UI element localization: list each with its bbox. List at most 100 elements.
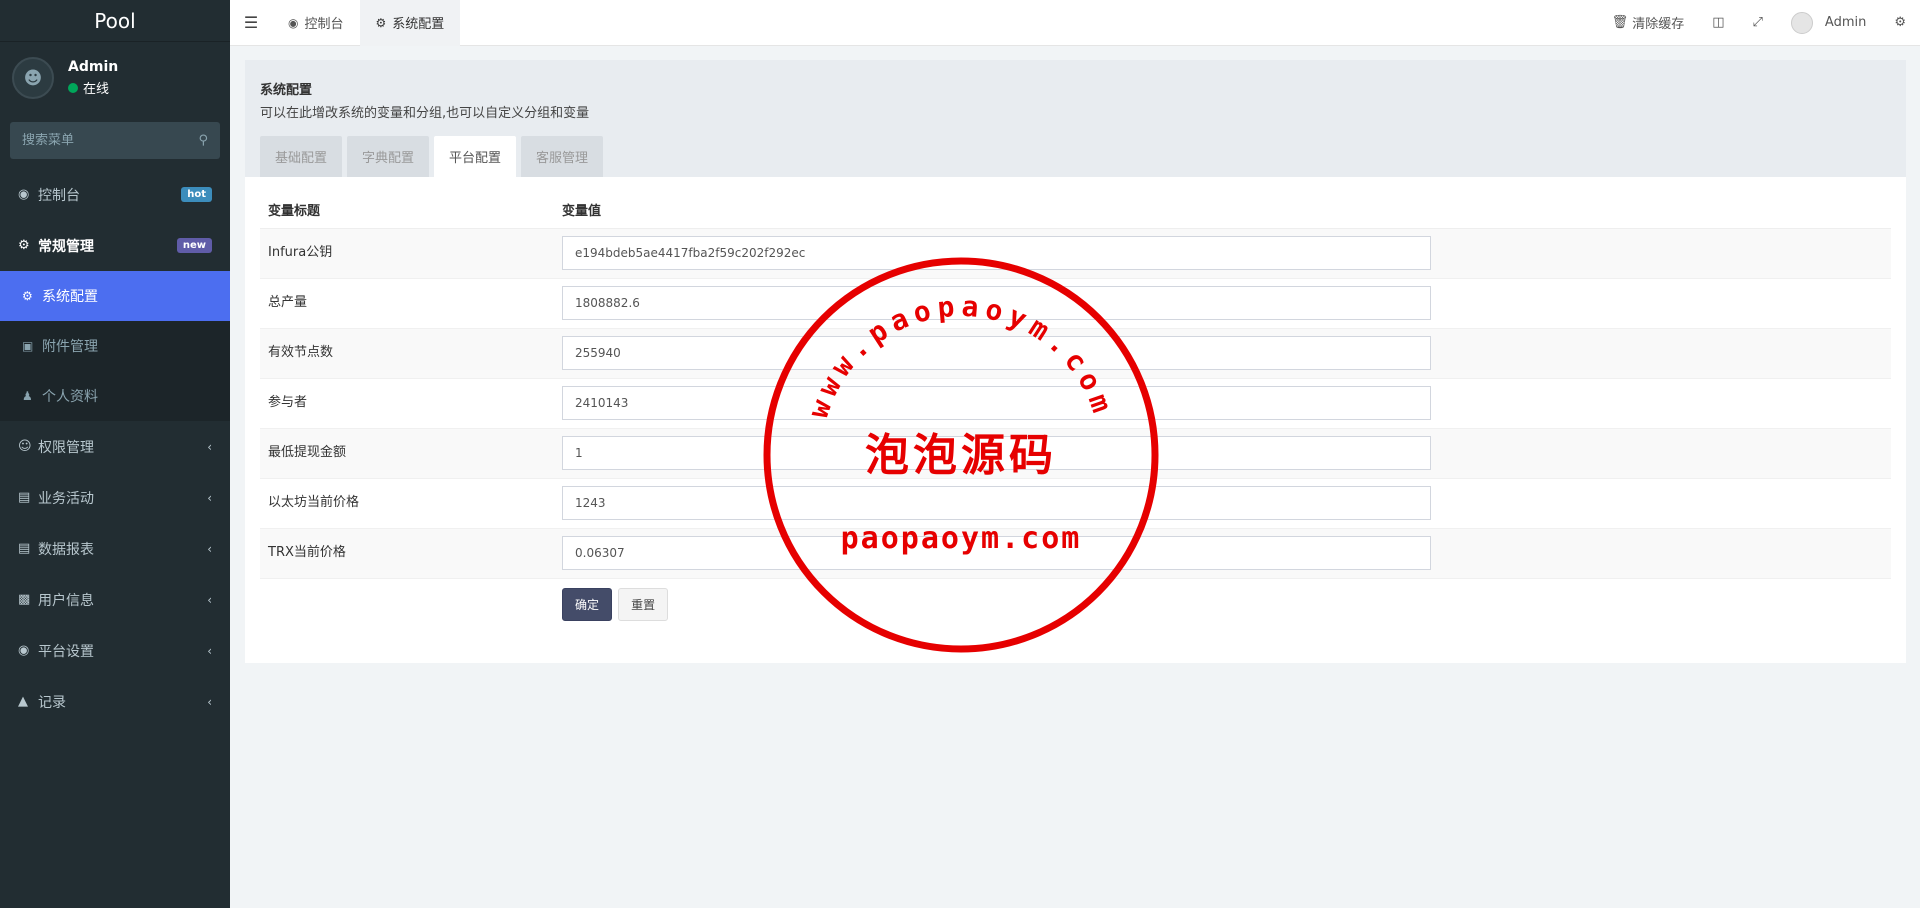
sidebar-item-dashboard[interactable]: ◉ 控制台 hot bbox=[0, 169, 230, 220]
sidebar-item-attachments[interactable]: ▣ 附件管理 bbox=[0, 321, 230, 371]
infura-key-input[interactable] bbox=[562, 236, 1431, 270]
hot-badge: hot bbox=[181, 187, 212, 202]
file-image-icon: ▣ bbox=[22, 339, 34, 353]
tab-label: 控制台 bbox=[304, 17, 344, 32]
settings-button[interactable]: ⚙ bbox=[1880, 15, 1920, 30]
sidebar-item-profile[interactable]: ♟ 个人资料 bbox=[0, 371, 230, 421]
sidebar-item-label: 记录 bbox=[38, 694, 66, 711]
address-book-icon: ▩ bbox=[18, 592, 31, 607]
table-row: 最低提现金额 bbox=[260, 428, 1891, 479]
group-icon: ☺ bbox=[18, 439, 32, 454]
row-label: 参与者 bbox=[260, 378, 554, 429]
tab-customer-service[interactable]: 客服管理 bbox=[521, 136, 604, 177]
avatar bbox=[1790, 11, 1813, 34]
sidebar-menu-more: ☺ 权限管理 ‹ ▤ 业务活动 ‹ ▤ 数据报表 ‹ ▩ 用户信息 ‹ ◉ 平台… bbox=[0, 421, 230, 727]
row-label: Infura公钥 bbox=[260, 228, 554, 279]
user-panel: ☻ Admin 在线 bbox=[0, 42, 230, 114]
online-dot-icon bbox=[68, 82, 78, 93]
sidebar-item-system-config[interactable]: ⚙ 系统配置 bbox=[0, 271, 230, 321]
top-navbar: ☰ ◉ 控制台 ⚙ 系统配置 🗑 清除缓存 ◫ ⤢ Admin ⚙ bbox=[230, 0, 1920, 46]
config-table-wrap: 变量标题 变量值 Infura公钥 总产量 有效节点数 参与者 bbox=[245, 177, 1906, 630]
trx-price-input[interactable] bbox=[562, 536, 1431, 570]
eth-price-input[interactable] bbox=[562, 486, 1431, 520]
user-avatar-icon: ☻ bbox=[23, 67, 43, 89]
clear-cache-button[interactable]: 🗑 清除缓存 bbox=[1598, 13, 1699, 32]
dashboard-icon: ◉ bbox=[18, 187, 30, 202]
menu-search-input[interactable] bbox=[22, 133, 199, 148]
row-label: TRX当前价格 bbox=[260, 528, 554, 579]
money-icon: ▤ bbox=[18, 490, 31, 505]
sidebar-item-business[interactable]: ▤ 业务活动 ‹ bbox=[0, 472, 230, 523]
admin-label: Admin bbox=[1824, 15, 1867, 30]
panel-heading: 系统配置 可以在此增改系统的变量和分组,也可以自定义分组和变量 基础配置 字典配… bbox=[245, 60, 1906, 177]
table-header-row: 变量标题 变量值 bbox=[260, 192, 1891, 229]
avatar: ☻ bbox=[12, 57, 54, 99]
total-output-input[interactable] bbox=[562, 286, 1431, 320]
app-logo[interactable]: Pool bbox=[0, 0, 230, 42]
row-value-cell bbox=[554, 328, 1891, 379]
sidebar-item-label: 个人资料 bbox=[42, 389, 98, 405]
tab-dashboard[interactable]: ◉ 控制台 bbox=[272, 0, 360, 46]
sidebar-item-permissions[interactable]: ☺ 权限管理 ‹ bbox=[0, 421, 230, 472]
navbar-right: 🗑 清除缓存 ◫ ⤢ Admin ⚙ bbox=[1598, 0, 1920, 46]
page-description: 可以在此增改系统的变量和分组,也可以自定义分组和变量 bbox=[260, 106, 590, 121]
language-button[interactable]: ◫ bbox=[1698, 15, 1738, 30]
file-text-icon: ▤ bbox=[18, 541, 31, 556]
menu-toggle-icon[interactable]: ☰ bbox=[230, 13, 272, 32]
search-icon[interactable]: ⚲ bbox=[198, 133, 208, 148]
tab-dictionary-config[interactable]: 字典配置 bbox=[347, 136, 430, 177]
dashboard-icon: ◉ bbox=[288, 15, 299, 30]
reset-button[interactable]: 重置 bbox=[618, 587, 669, 621]
page-title: 系统配置 bbox=[260, 83, 313, 98]
sidebar: Pool ☻ Admin 在线 ⚲ ◉ 控制台 hot ⚙ 常规管理 new ⚙ bbox=[0, 0, 230, 908]
row-label: 以太坊当前价格 bbox=[260, 478, 554, 529]
confirm-button[interactable]: 确定 bbox=[562, 587, 613, 621]
fullscreen-button[interactable]: ⤢ bbox=[1739, 15, 1777, 30]
user-name: Admin bbox=[68, 59, 119, 75]
sidebar-item-users[interactable]: ▩ 用户信息 ‹ bbox=[0, 574, 230, 625]
row-value-cell bbox=[554, 528, 1891, 579]
sidebar-item-label: 控制台 bbox=[38, 187, 80, 204]
sidebar-item-label: 业务活动 bbox=[38, 490, 94, 507]
sidebar-item-platform[interactable]: ◉ 平台设置 ‹ bbox=[0, 625, 230, 676]
tab-basic-config[interactable]: 基础配置 bbox=[260, 136, 343, 177]
tab-platform-config[interactable]: 平台配置 bbox=[434, 136, 517, 177]
min-withdraw-input[interactable] bbox=[562, 436, 1431, 470]
row-label: 最低提现金额 bbox=[260, 428, 554, 479]
row-label: 总产量 bbox=[260, 278, 554, 329]
config-table: 变量标题 变量值 Infura公钥 总产量 有效节点数 参与者 bbox=[260, 192, 1891, 630]
row-value-cell bbox=[554, 378, 1891, 429]
row-label: 有效节点数 bbox=[260, 328, 554, 379]
chevron-left-icon: ‹ bbox=[207, 694, 212, 709]
column-header-title: 变量标题 bbox=[260, 192, 554, 229]
row-value-cell bbox=[554, 278, 1891, 329]
tab-system-config[interactable]: ⚙ 系统配置 bbox=[359, 0, 461, 46]
table-row: 以太坊当前价格 bbox=[260, 478, 1891, 529]
chevron-left-icon: ‹ bbox=[207, 490, 212, 505]
clear-cache-label: 清除缓存 bbox=[1632, 17, 1685, 32]
sidebar-item-label: 数据报表 bbox=[38, 541, 94, 558]
sidebar-item-label: 系统配置 bbox=[42, 289, 98, 305]
sidebar-item-general[interactable]: ⚙ 常规管理 new bbox=[0, 220, 230, 271]
gear-icon: ⚙ bbox=[375, 15, 387, 30]
form-actions-row: 确定 重置 bbox=[260, 578, 1891, 630]
table-row: TRX当前价格 bbox=[260, 528, 1891, 579]
expand-icon: ⤢ bbox=[1752, 15, 1763, 30]
chevron-left-icon: ‹ bbox=[207, 439, 212, 454]
user-menu[interactable]: Admin bbox=[1777, 11, 1880, 34]
user-info: Admin 在线 bbox=[68, 59, 118, 97]
user-icon: ♟ bbox=[22, 389, 33, 403]
active-nodes-input[interactable] bbox=[562, 336, 1431, 370]
config-panel: 系统配置 可以在此增改系统的变量和分组,也可以自定义分组和变量 基础配置 字典配… bbox=[245, 60, 1906, 663]
sidebar-item-records[interactable]: ▲ 记录 ‹ bbox=[0, 676, 230, 727]
participants-input[interactable] bbox=[562, 386, 1431, 420]
sidebar-item-label: 权限管理 bbox=[38, 439, 94, 456]
config-tabs: 基础配置 字典配置 平台配置 客服管理 bbox=[260, 136, 608, 177]
chevron-left-icon: ‹ bbox=[207, 592, 212, 607]
sidebar-item-reports[interactable]: ▤ 数据报表 ‹ bbox=[0, 523, 230, 574]
empty-cell bbox=[260, 578, 554, 630]
user-status: 在线 bbox=[68, 78, 118, 97]
user-status-text: 在线 bbox=[83, 82, 110, 97]
area-chart-icon: ▲ bbox=[18, 694, 28, 709]
table-row: 参与者 bbox=[260, 378, 1891, 429]
